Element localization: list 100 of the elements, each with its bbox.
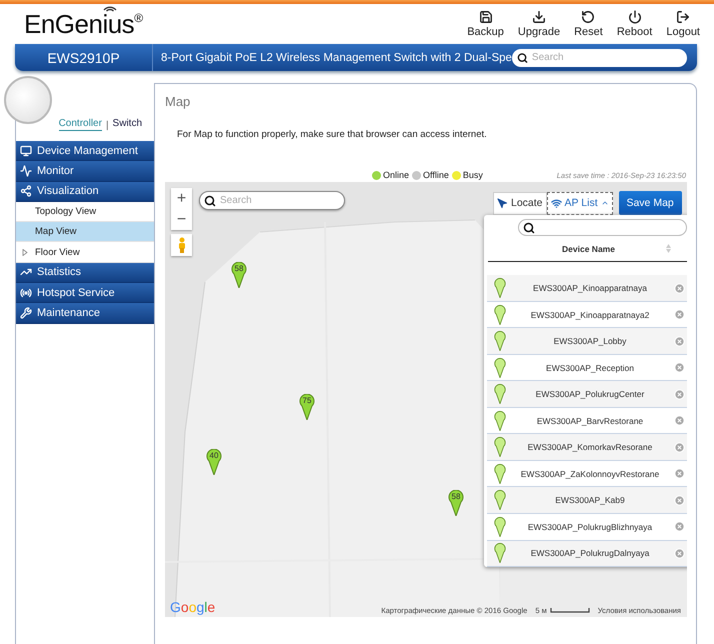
menu-icon [20, 144, 32, 157]
device-name: EWS300AP_Kab9 [554, 495, 626, 506]
remove-icon[interactable] [674, 415, 685, 426]
search-icon [516, 52, 528, 63]
pin-icon [494, 410, 506, 431]
pin-icon [299, 394, 315, 420]
device-name: EWS300AP_PolukrugCenter [534, 389, 646, 400]
remove-icon[interactable] [674, 362, 685, 374]
header-action-button[interactable]: Logout [666, 10, 700, 38]
pin-icon [494, 358, 506, 378]
pin-icon [448, 490, 464, 516]
caret-icon [600, 199, 609, 207]
header-action-button[interactable]: Upgrade [518, 10, 560, 38]
remove-icon[interactable] [674, 388, 685, 400]
menu-section[interactable]: Visualization [16, 182, 154, 202]
search-field[interactable]: Search [512, 48, 687, 66]
search-icon [523, 222, 535, 234]
remove-icon[interactable] [674, 548, 685, 559]
remove-icon[interactable] [674, 282, 685, 294]
notice-text: For Map to function properly, make sure that browser can access internet. [177, 129, 488, 140]
remove-icon[interactable] [674, 521, 685, 532]
page-title: Map [165, 94, 192, 109]
device-row[interactable]: EWS300AP_Kinoapparatnaya [487, 275, 687, 302]
wifi-icon [550, 198, 562, 208]
column-header[interactable]: Device Name [488, 236, 687, 262]
pin-icon [494, 543, 506, 564]
menu-icon [20, 185, 32, 198]
scale-bar [550, 608, 590, 613]
pin-label: 40 [208, 451, 220, 460]
save-icon [478, 10, 493, 24]
map-search-field[interactable]: Search [199, 191, 345, 210]
device-name: EWS300AP_PolukrugDalnyaya [530, 548, 650, 558]
device-name: EWS300AP_Kinoapparatnaya2 [530, 310, 650, 320]
menu-icon [20, 286, 32, 299]
device-row[interactable]: EWS300AP_KomorkavResorane [487, 434, 687, 461]
pin-icon [494, 278, 506, 298]
pin-icon [206, 449, 222, 475]
menu-section[interactable]: Statistics [16, 262, 154, 284]
device-name: EWS300AP_Lobby [552, 336, 628, 346]
pin-icon [231, 262, 247, 288]
pin-icon [494, 490, 506, 510]
device-name: EWS300AP_ZaKolonnoyvRestorane [520, 468, 660, 479]
pin-icon [494, 437, 506, 458]
mode-tab[interactable]: Switch [112, 118, 142, 131]
remove-icon[interactable] [674, 336, 685, 347]
device-name: EWS300AP_KomorkavResorane [526, 442, 654, 452]
ap-list-button[interactable]: AP List [546, 192, 613, 214]
engenius-logo: EnGenius$^{®}$ [24, 8, 143, 40]
person-icon [178, 237, 186, 253]
header-action-button[interactable]: Backup [467, 10, 504, 38]
legend-label: Busy [462, 170, 483, 180]
pin-label: 75 [302, 396, 312, 405]
pin-icon [494, 516, 506, 537]
legend-label: Offline [423, 170, 449, 180]
header-action-button[interactable]: Reboot [616, 10, 652, 38]
mode-tab[interactable]: Controller [58, 118, 102, 131]
separator-text: | [106, 120, 109, 131]
device-row[interactable]: EWS300AP_PolukrugDalnyaya [487, 540, 687, 568]
remove-icon[interactable] [674, 494, 685, 506]
model-name: EWS2910P [15, 44, 153, 71]
save-map-button[interactable]: Save Map [618, 191, 682, 215]
download-icon [532, 10, 546, 24]
menu-section[interactable]: Maintenance [16, 303, 154, 324]
pin-icon [494, 384, 506, 404]
menu-section[interactable]: Hotspot Service [16, 283, 154, 304]
device-row[interactable]: EWS300AP_PolukrugCenter [487, 381, 687, 408]
menu-section[interactable]: Monitor [16, 161, 154, 182]
locate-button[interactable]: Locate [493, 192, 547, 214]
remove-icon[interactable] [674, 442, 685, 453]
device-row[interactable]: EWS300AP_Kab9 [487, 487, 687, 514]
sort-icon [666, 244, 671, 254]
header-action-button[interactable]: Reset [574, 10, 603, 38]
zoom-in-button[interactable]: + [171, 188, 192, 209]
product-title: 8-Port Gigabit PoE L2 Wireless Management Switch with 2 Dual-Spe [160, 52, 512, 64]
power-icon [628, 10, 642, 24]
pin-icon [494, 304, 506, 325]
device-name: EWS300AP_Kinoapparatnaya [532, 283, 648, 294]
pin-label: 58 [234, 264, 244, 273]
pin-label: 58 [450, 492, 462, 501]
device-row[interactable]: EWS300AP_PolukrugBlizhnyaya [487, 514, 687, 541]
device-name: EWS300AP_PolukrugBlizhnyaya [526, 522, 654, 532]
logout-icon [676, 10, 690, 24]
remove-icon[interactable] [674, 468, 685, 480]
menu-section[interactable]: Device Management [16, 141, 154, 162]
menu-icon [20, 164, 32, 177]
pin-icon [494, 331, 506, 352]
device-avatar [4, 76, 52, 124]
device-name: EWS300AP_BarvRestorane [536, 416, 644, 426]
zoom-out-button[interactable]: − [171, 209, 192, 230]
search-icon [204, 194, 216, 206]
menu-item[interactable]: Map View [16, 222, 154, 242]
pin-icon [494, 464, 506, 484]
remove-icon[interactable] [674, 309, 685, 320]
arrow-icon [497, 198, 508, 208]
google-logo: Google [170, 599, 216, 615]
device-row[interactable]: EWS300AP_Lobby [487, 328, 687, 355]
legend-label: Online [383, 170, 410, 180]
ap-search-field[interactable] [518, 219, 687, 236]
rotate-icon [581, 10, 596, 24]
street-view-button[interactable] [171, 234, 192, 256]
